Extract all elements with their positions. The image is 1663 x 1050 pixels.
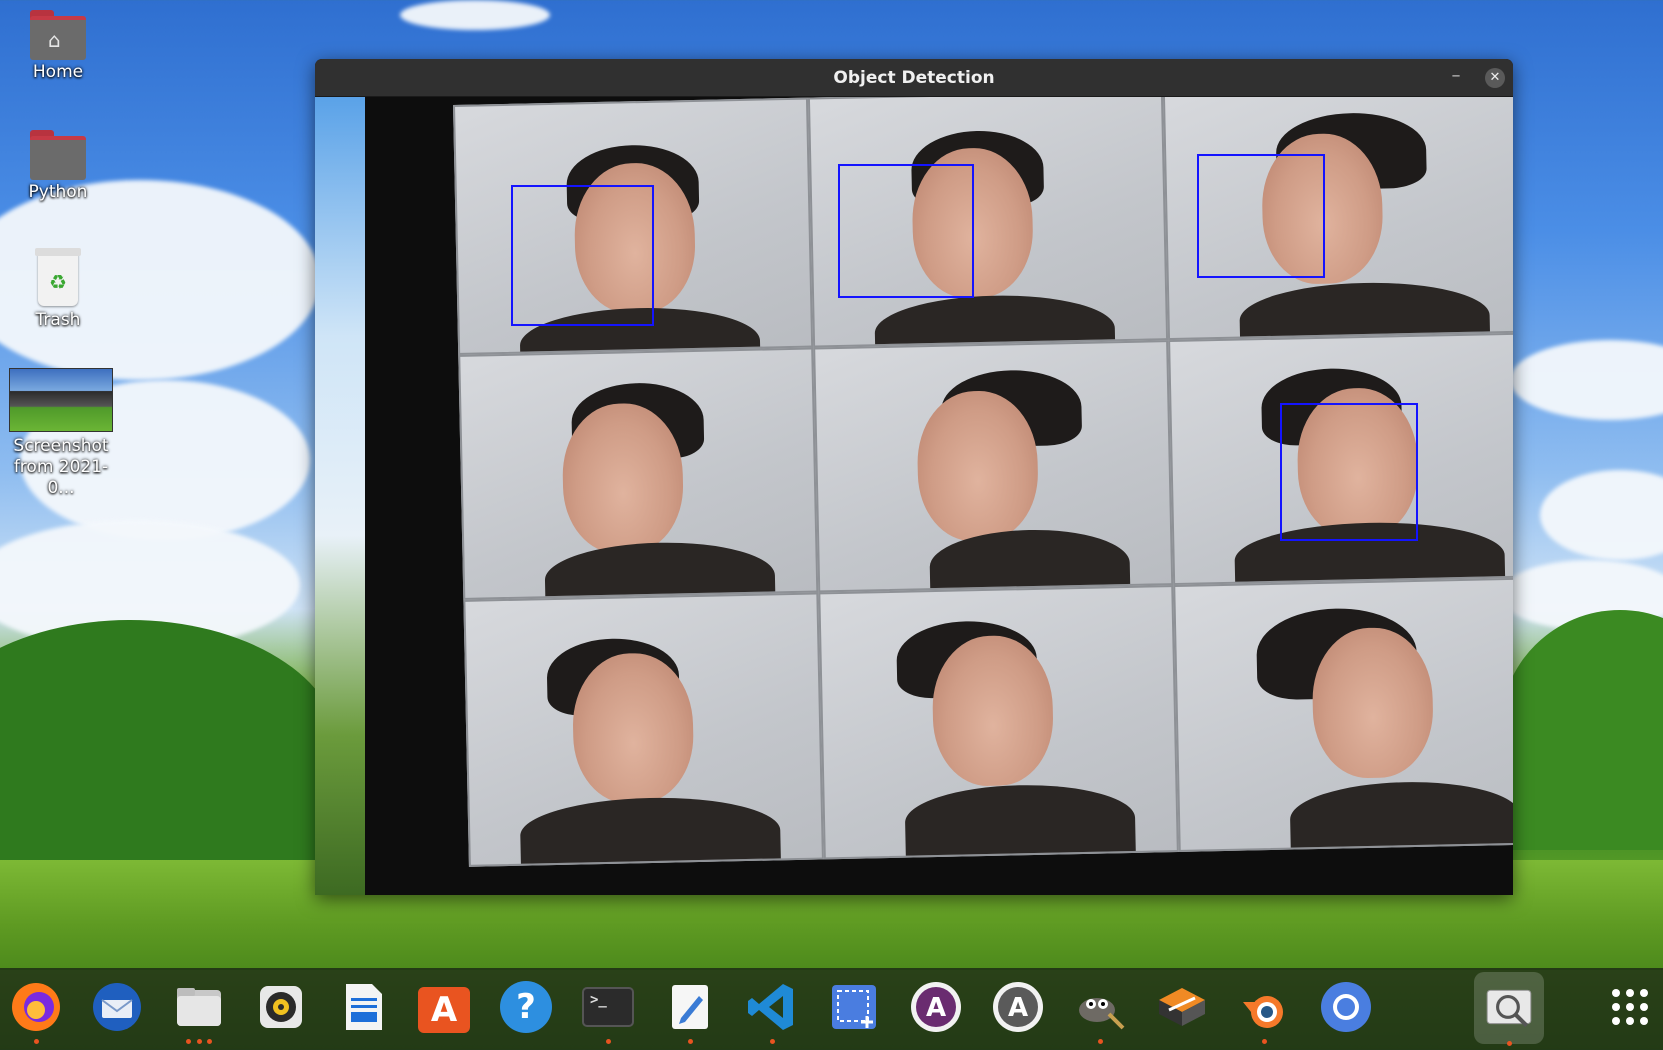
camera-frame	[315, 97, 1513, 895]
close-button[interactable]: ✕	[1485, 68, 1505, 88]
desktop-icon-label: Python	[28, 182, 88, 202]
photo-cell	[818, 585, 1179, 860]
frame-background	[315, 97, 365, 895]
dock-item-screenshot[interactable]	[826, 979, 882, 1035]
dock-item-writer[interactable]	[335, 979, 391, 1035]
anaconda-navigator-icon: A	[911, 982, 961, 1032]
dock-item-chromium[interactable]	[1318, 979, 1374, 1035]
show-applications-icon	[1612, 989, 1648, 1025]
help-icon: ?	[500, 981, 552, 1033]
dock-item-gimp[interactable]	[1072, 979, 1128, 1044]
dock-item-thunderbird[interactable]	[89, 979, 145, 1035]
photo-cell	[1173, 576, 1513, 852]
dock-item-anaconda[interactable]: A	[990, 979, 1046, 1035]
photo-cell	[813, 340, 1174, 593]
desktop-icon-trash[interactable]: ♻ Trash	[2, 248, 114, 330]
home-folder-icon: ⌂	[30, 10, 86, 60]
image-viewer-icon	[1486, 989, 1532, 1028]
dock-item-blender[interactable]	[1236, 979, 1292, 1044]
gimp-icon	[1079, 998, 1125, 1030]
face-detection-box	[838, 164, 974, 298]
trash-icon: ♻	[35, 248, 81, 306]
rhythmbox-icon	[260, 986, 302, 1028]
dock-item-image-viewer[interactable]	[1474, 972, 1544, 1046]
photo-cell	[463, 592, 824, 867]
dock: A ? >_ A A	[0, 968, 1663, 1050]
dock-item-vscode[interactable]	[744, 979, 800, 1044]
desktop-icon-label: Trash	[35, 310, 81, 330]
desktop-icon-screenshot[interactable]: Screenshot from 2021-0...	[2, 368, 120, 499]
dock-item-anaconda-navigator[interactable]: A	[908, 979, 964, 1035]
object-detection-window[interactable]: Object Detection – ✕	[315, 59, 1513, 895]
minimize-button[interactable]: –	[1445, 65, 1467, 86]
desktop-icon-python[interactable]: Python	[2, 130, 114, 202]
desktop-icon-home[interactable]: ⌂ Home	[2, 10, 114, 82]
dock-item-software[interactable]: A	[416, 979, 472, 1035]
blender-icon	[1243, 996, 1283, 1028]
files-icon	[177, 988, 221, 1026]
chromium-icon	[1321, 982, 1371, 1032]
dock-item-firefox[interactable]	[8, 979, 64, 1044]
folder-icon	[30, 130, 86, 180]
svg-text:A: A	[1008, 993, 1028, 1023]
face-detection-box	[1280, 403, 1418, 541]
dock-item-sublime-merge[interactable]	[1154, 979, 1210, 1035]
dock-item-terminal[interactable]: >_	[580, 979, 636, 1044]
dock-item-text-editor[interactable]	[662, 979, 718, 1044]
image-thumbnail-icon	[9, 368, 113, 432]
firefox-icon	[12, 983, 60, 1031]
svg-text:A: A	[926, 993, 946, 1023]
photo-cell	[458, 347, 819, 600]
terminal-icon: >_	[582, 987, 634, 1027]
libreoffice-writer-icon	[346, 984, 382, 1030]
face-detection-box	[511, 185, 654, 326]
software-center-icon: A	[418, 987, 470, 1033]
window-titlebar[interactable]: Object Detection – ✕	[315, 59, 1513, 97]
desktop-icon-label: Home	[32, 62, 84, 82]
anaconda-icon: A	[993, 982, 1043, 1032]
dock-item-help[interactable]: ?	[498, 979, 554, 1035]
sublime-merge-icon	[1159, 988, 1205, 1026]
dock-item-rhythmbox[interactable]	[253, 979, 309, 1035]
desktop-icon-label: Screenshot from 2021-0...	[13, 436, 109, 498]
text-editor-icon	[672, 985, 708, 1029]
window-title: Object Detection	[833, 68, 995, 88]
show-applications-button[interactable]	[1602, 979, 1658, 1035]
dock-item-files[interactable]	[171, 979, 227, 1044]
thunderbird-icon	[93, 983, 141, 1031]
screenshot-tool-icon	[832, 985, 876, 1029]
vscode-icon	[748, 984, 793, 1030]
face-detection-box	[1197, 154, 1325, 278]
